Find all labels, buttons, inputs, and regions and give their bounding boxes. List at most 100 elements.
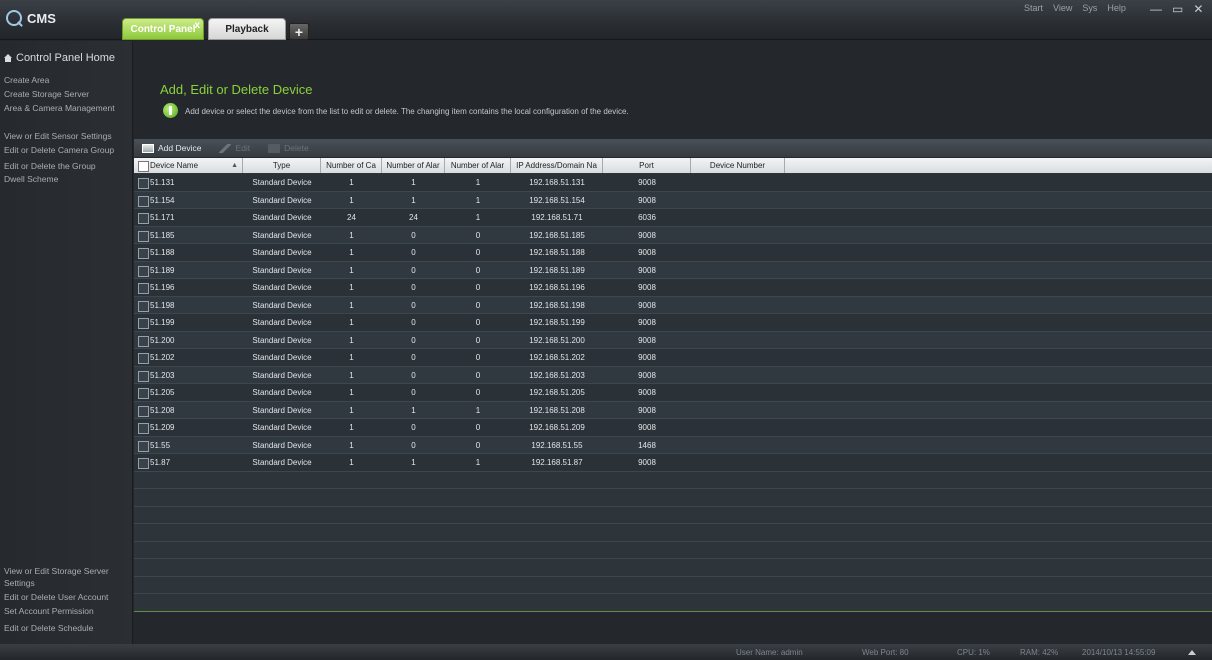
- sidebar-item-camera-group[interactable]: Edit or Delete Camera Group: [4, 145, 132, 156]
- cell-alarm-in: 24: [409, 213, 418, 222]
- cell-device-name[interactable]: 51.198: [134, 297, 243, 314]
- expand-up-icon[interactable]: [1188, 650, 1196, 655]
- trash-icon: [268, 143, 281, 153]
- table-row[interactable]: 51.188 Standard Device 1 0 0 192.168.51.188 90…: [134, 244, 1212, 262]
- cell-device-name[interactable]: 51.209: [134, 419, 243, 436]
- col-type[interactable]: Type: [243, 158, 321, 173]
- sidebar-item-user-account[interactable]: Edit or Delete User Account: [4, 592, 132, 603]
- cell-device-name[interactable]: 51.185: [134, 227, 243, 244]
- cell-alarm-out: 0: [475, 300, 481, 310]
- table-row[interactable]: 51.202 Standard Device 1 0 0 192.168.51.202 90…: [134, 349, 1212, 367]
- cell-ip: 192.168.51.188: [529, 248, 585, 257]
- table-row[interactable]: 51.171 Standard Device 24 24 1 192.168.51.71 6…: [134, 209, 1212, 227]
- table-row[interactable]: 51.209 Standard Device 1 0 0 192.168.51.209 90…: [134, 419, 1212, 437]
- cell-device-name[interactable]: 51.131: [134, 174, 243, 191]
- cell-ip: 192.168.51.205: [529, 388, 585, 397]
- cell-device-name[interactable]: 51.87: [134, 454, 243, 471]
- cell-device-name[interactable]: 51.189: [134, 262, 243, 279]
- minimize-icon[interactable]: —: [1150, 2, 1162, 16]
- sidebar-item-storage-server-settings-cont[interactable]: Settings: [4, 578, 132, 589]
- status-ram: RAM: 42%: [1020, 648, 1059, 657]
- cell-alarm-out: 0: [475, 388, 481, 397]
- col-device-number[interactable]: Device Number: [691, 158, 785, 173]
- cell-device-name[interactable]: 51.188: [134, 244, 243, 261]
- col-ip-address[interactable]: IP Address/Domain Na: [511, 158, 603, 173]
- cell-cameras: 1: [349, 423, 354, 432]
- edit-button[interactable]: Edit: [219, 143, 250, 153]
- sidebar-item-schedule[interactable]: Edit or Delete Schedule: [4, 623, 132, 634]
- cell-device-name[interactable]: 51.55: [134, 437, 243, 454]
- table-row[interactable]: 51.189 Standard Device 1 0 0 192.168.51.189 90…: [134, 261, 1212, 279]
- table-body: 51.131 Standard Device 1 1 1 192.168.51.131 90…: [134, 174, 1212, 612]
- cell-device-name[interactable]: 51.202: [134, 349, 243, 366]
- maximize-icon[interactable]: ▭: [1172, 2, 1183, 16]
- table-row[interactable]: 51.208 Standard Device 1 1 1 192.168.51.208 90…: [134, 401, 1212, 419]
- empty-row: [134, 576, 1212, 594]
- tab-playback-label: Playback: [225, 23, 269, 35]
- menu-sys[interactable]: Sys: [1082, 3, 1097, 15]
- cell-port: 9008: [638, 265, 656, 275]
- col-number-of-cameras[interactable]: Number of Ca: [321, 158, 382, 173]
- cell-alarm-out: 0: [475, 283, 481, 292]
- delete-button[interactable]: Delete: [268, 143, 309, 153]
- table-row[interactable]: 51.131 Standard Device 1 1 1 192.168.51.131 90…: [134, 174, 1212, 192]
- sidebar-item-area-camera-management[interactable]: Area & Camera Management: [4, 103, 132, 114]
- cell-ip: 192.168.51.189: [529, 265, 585, 275]
- table-row[interactable]: 51.196 Standard Device 1 0 0 192.168.51.196 90…: [134, 279, 1212, 297]
- sidebar-item-group[interactable]: Edit or Delete the Group: [4, 161, 132, 172]
- cell-alarm-out: 0: [475, 265, 481, 275]
- pencil-icon: [219, 143, 232, 153]
- sidebar-item-sensor-settings[interactable]: View or Edit Sensor Settings: [4, 131, 132, 142]
- table-row[interactable]: 51.55 Standard Device 1 0 0 192.168.51.55 1468: [134, 436, 1212, 454]
- col-number-of-alarm-in[interactable]: Number of Alar: [382, 158, 445, 173]
- cell-device-name[interactable]: 51.154: [134, 192, 243, 209]
- cell-device-name[interactable]: 51.200: [134, 332, 243, 349]
- cell-device-name[interactable]: 51.203: [134, 367, 243, 384]
- cell-port: 9008: [638, 405, 656, 415]
- cell-ip: 192.168.51.198: [529, 300, 585, 310]
- table-row[interactable]: 51.154 Standard Device 1 1 1 192.168.51.154 90…: [134, 191, 1212, 209]
- menu-view[interactable]: View: [1053, 3, 1072, 15]
- sidebar-item-account-permission[interactable]: Set Account Permission: [4, 606, 132, 617]
- table-row[interactable]: 51.200 Standard Device 1 0 0 192.168.51.200 90…: [134, 331, 1212, 349]
- tab-playback[interactable]: Playback: [208, 18, 286, 40]
- cell-alarm-out: 1: [475, 195, 481, 205]
- col-port[interactable]: Port: [603, 158, 691, 173]
- close-icon[interactable]: ✕: [1193, 2, 1203, 16]
- table-row[interactable]: 51.199 Standard Device 1 0 0 192.168.51.199 90…: [134, 314, 1212, 332]
- empty-row: [134, 506, 1212, 524]
- cell-device-name[interactable]: 51.208: [134, 402, 243, 419]
- cell-alarm-out: 0: [475, 230, 481, 240]
- cell-device-name[interactable]: 51.205: [134, 384, 243, 401]
- status-user: User Name: admin: [736, 648, 803, 657]
- col-number-of-alarm-out[interactable]: Number of Alar: [445, 158, 511, 173]
- cell-device-name[interactable]: 51.171: [134, 209, 243, 226]
- plus-icon: +: [294, 23, 304, 40]
- cell-ip: 192.168.51.185: [529, 230, 585, 240]
- table-row[interactable]: 51.185 Standard Device 1 0 0 192.168.51.185 90…: [134, 226, 1212, 244]
- cell-type: Standard Device: [252, 178, 312, 187]
- table-row[interactable]: 51.198 Standard Device 1 0 0 192.168.51.198 90…: [134, 296, 1212, 314]
- cell-alarm-out: 0: [475, 335, 481, 345]
- table-row[interactable]: 51.87 Standard Device 1 1 1 192.168.51.87 9008: [134, 454, 1212, 472]
- control-panel-home-link[interactable]: Control Panel Home: [4, 51, 115, 65]
- menu-help[interactable]: Help: [1107, 3, 1126, 15]
- sidebar-item-create-area[interactable]: Create Area: [4, 75, 132, 86]
- menu-start[interactable]: Start: [1024, 3, 1043, 15]
- add-tab-button[interactable]: +: [289, 23, 309, 40]
- search-icon: [6, 10, 22, 26]
- cell-alarm-out: 0: [475, 248, 481, 257]
- tab-close-icon[interactable]: x: [194, 20, 200, 31]
- cell-device-name[interactable]: 51.199: [134, 314, 243, 331]
- sidebar-item-dwell-scheme[interactable]: Dwell Scheme: [4, 174, 132, 185]
- table-row[interactable]: 51.203 Standard Device 1 0 0 192.168.51.203 90…: [134, 366, 1212, 384]
- cell-cameras: 1: [349, 458, 354, 467]
- cell-device-name[interactable]: 51.196: [134, 279, 243, 296]
- col-device-name[interactable]: Device Name ▲: [134, 158, 243, 173]
- add-device-button[interactable]: Add Device: [142, 143, 201, 153]
- tab-control-panel[interactable]: Control Panel x: [122, 18, 204, 40]
- sidebar-item-storage-server-settings[interactable]: View or Edit Storage Server: [4, 566, 132, 577]
- status-bar: User Name: admin Web Port: 80 CPU: 1% RA…: [0, 644, 1212, 660]
- table-row[interactable]: 51.205 Standard Device 1 0 0 192.168.51.205 90…: [134, 384, 1212, 402]
- sidebar-item-create-storage-server[interactable]: Create Storage Server: [4, 89, 132, 100]
